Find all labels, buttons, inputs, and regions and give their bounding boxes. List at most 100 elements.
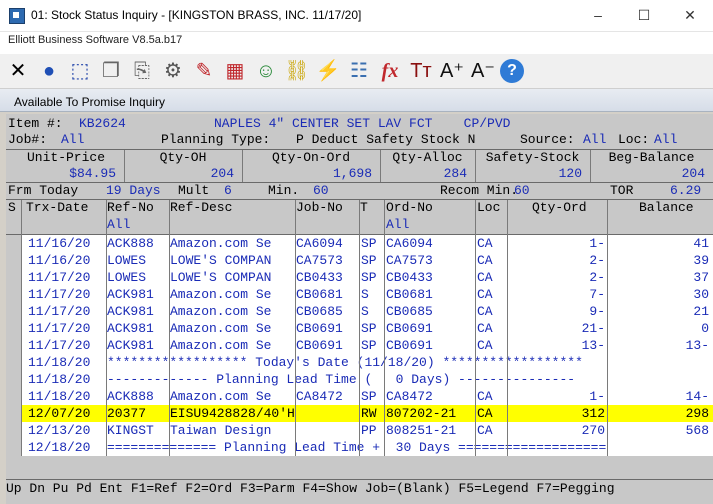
cell-t: SP: [361, 338, 377, 353]
cell-job: CB0685: [296, 304, 343, 319]
cell-qty: 1-: [589, 389, 605, 404]
table-row[interactable]: 11/17/20 ACK981 Amazon.com Se CB0685 S CB0685…: [22, 303, 713, 320]
table-row[interactable]: 12/18/20 ============== Planning Lead Tim…: [22, 439, 713, 456]
cell-desc: LOWE'S COMPAN: [170, 270, 272, 285]
select-icon[interactable]: ⬚: [66, 57, 94, 85]
cell-ord: CA7573: [386, 253, 433, 268]
cell-t: PP: [361, 423, 377, 438]
table-row[interactable]: 11/17/20 ACK981 Amazon.com Se CB0681 S CB0681…: [22, 286, 713, 303]
summary-header: Beg-Balance: [608, 150, 695, 165]
cell-ref: LOWES: [107, 270, 147, 285]
cell-date: 11/16/20: [28, 236, 91, 251]
spreadsheet-icon[interactable]: ▦: [221, 57, 249, 85]
cell-ref: ACK981: [107, 321, 154, 336]
cell-ord: 808251-21: [386, 423, 457, 438]
cell-marker: ============== Planning Lead Time + 30 D…: [107, 440, 607, 455]
col-ref-no-filter[interactable]: All: [107, 217, 130, 233]
terminal-screen: Item #: KB2624 NAPLES 4" CENTER SET LAV …: [6, 114, 713, 504]
col-loc: Loc: [477, 200, 501, 215]
cell-t: SP: [361, 389, 377, 404]
settings-icon[interactable]: ⚙: [159, 57, 187, 85]
paste-icon[interactable]: ⎘: [128, 57, 156, 85]
grid-line: [507, 200, 508, 456]
users-icon[interactable]: ☺: [252, 57, 280, 85]
maximize-button[interactable]: ☐: [621, 0, 667, 31]
increase-font-icon[interactable]: A⁺: [438, 57, 466, 85]
table-row[interactable]: 11/18/20 ACK888 Amazon.com Se CA8472 SP CA847…: [22, 388, 713, 405]
minimize-button[interactable]: –: [575, 0, 621, 31]
cell-desc: EISU9428828/40'HQ: [170, 406, 294, 421]
cell-ref: ACK888: [107, 389, 154, 404]
table-row[interactable]: 12/07/20 20377 EISU9428828/40'HQ RW 807202-2…: [22, 405, 713, 422]
cell-ref: LOWES: [107, 253, 147, 268]
summary-value: 1,698: [332, 166, 372, 181]
cell-qty: 21-: [581, 321, 605, 336]
job-label: Job#:: [8, 132, 48, 147]
source-value[interactable]: All: [583, 132, 606, 148]
cell-job: CB0691: [296, 338, 343, 353]
table-row[interactable]: 11/17/20 ACK981 Amazon.com Se CB0691 SP CB069…: [22, 337, 713, 354]
cell-ord: CB0685: [386, 304, 433, 319]
grid-line: [106, 200, 107, 456]
table-row[interactable]: 11/18/20 ------------- Planning Lead Time…: [22, 371, 713, 388]
job-value[interactable]: All: [61, 132, 84, 148]
grid-line: [475, 200, 476, 456]
cell-ref: ACK981: [107, 287, 154, 302]
cell-ref: KINGST: [107, 423, 154, 438]
app-version: Elliott Business Software V8.5a.b17: [8, 34, 183, 46]
cell-marker: ------------- Planning Lead Time ( 0 Day…: [107, 372, 576, 387]
copy-icon[interactable]: ❐: [97, 57, 125, 85]
cell-bal: 0: [701, 321, 709, 336]
cell-t: SP: [361, 321, 377, 336]
cell-job: CA6094: [296, 236, 343, 251]
help-icon[interactable]: ?: [500, 59, 524, 83]
cell-ord: CB0433: [386, 270, 433, 285]
table-row[interactable]: 11/16/20 ACK888 Amazon.com Se CA6094 SP CA609…: [22, 235, 713, 252]
cell-qty: 2-: [589, 253, 605, 268]
planning-type-label: Planning Type:: [161, 132, 271, 147]
col-ord-no-filter[interactable]: All: [386, 217, 409, 233]
cell-date: 11/18/20: [28, 355, 91, 370]
cell-bal: 13-: [685, 338, 709, 353]
lightning-icon[interactable]: ⚡: [314, 57, 342, 85]
cell-date: 12/18/20: [28, 440, 91, 455]
grid-line: [169, 200, 170, 456]
summary-header: Qty-On-Ord: [271, 150, 350, 165]
exit-icon[interactable]: ✕: [4, 57, 32, 85]
cell-date: 11/17/20: [28, 321, 91, 336]
table-row[interactable]: 11/16/20 LOWES LOWE'S COMPAN CA7573 SP CA7573…: [22, 252, 713, 269]
loc-value[interactable]: All: [654, 132, 677, 148]
cell-desc: Amazon.com Se: [170, 321, 272, 336]
decrease-font-icon[interactable]: A⁻: [469, 57, 497, 85]
col-s: S: [8, 200, 16, 215]
table-row[interactable]: 12/13/20 KINGST Taiwan Design PP 808251-21 CA…: [22, 422, 713, 439]
cell-bal: 39: [693, 253, 709, 268]
table-row[interactable]: 11/17/20 LOWES LOWE'S COMPAN CB0433 SP CB0433…: [22, 269, 713, 286]
report-icon[interactable]: ☷: [345, 57, 373, 85]
panel-header: Available To Promise Inquiry: [0, 89, 713, 112]
edit-icon[interactable]: ✎: [190, 57, 218, 85]
cell-desc: Amazon.com Se: [170, 304, 272, 319]
cell-t: SP: [361, 253, 377, 268]
cell-qty: 312: [581, 406, 605, 421]
function-icon[interactable]: fx: [376, 57, 404, 85]
grid-line: [384, 200, 385, 456]
cell-date: 11/17/20: [28, 304, 91, 319]
cell-bal: 30: [693, 287, 709, 302]
globe-icon[interactable]: ●: [35, 57, 63, 85]
font-icon[interactable]: Tᴛ: [407, 57, 435, 85]
cell-loc: CA: [477, 423, 493, 438]
item-number[interactable]: KB2624: [79, 116, 126, 132]
cell-t: RW: [361, 406, 377, 421]
table-row[interactable]: 11/18/20 ****************** Today's Date …: [22, 354, 713, 371]
inquiry-panel: Available To Promise Inquiry Item #: KB2…: [0, 89, 713, 504]
cell-t: S: [361, 304, 369, 319]
status-bar: Up Dn Pu Pd Ent F1=Ref F2=Ord F3=Parm F4…: [6, 479, 713, 498]
col-trx-date: Trx-Date: [26, 200, 89, 215]
close-button[interactable]: ✕: [667, 0, 713, 31]
app-icon: [9, 8, 25, 24]
table-row[interactable]: 11/17/20 ACK981 Amazon.com Se CB0691 SP CB069…: [22, 320, 713, 337]
cell-date: 11/17/20: [28, 287, 91, 302]
cell-t: SP: [361, 236, 377, 251]
link-icon[interactable]: ⛓: [283, 57, 311, 85]
